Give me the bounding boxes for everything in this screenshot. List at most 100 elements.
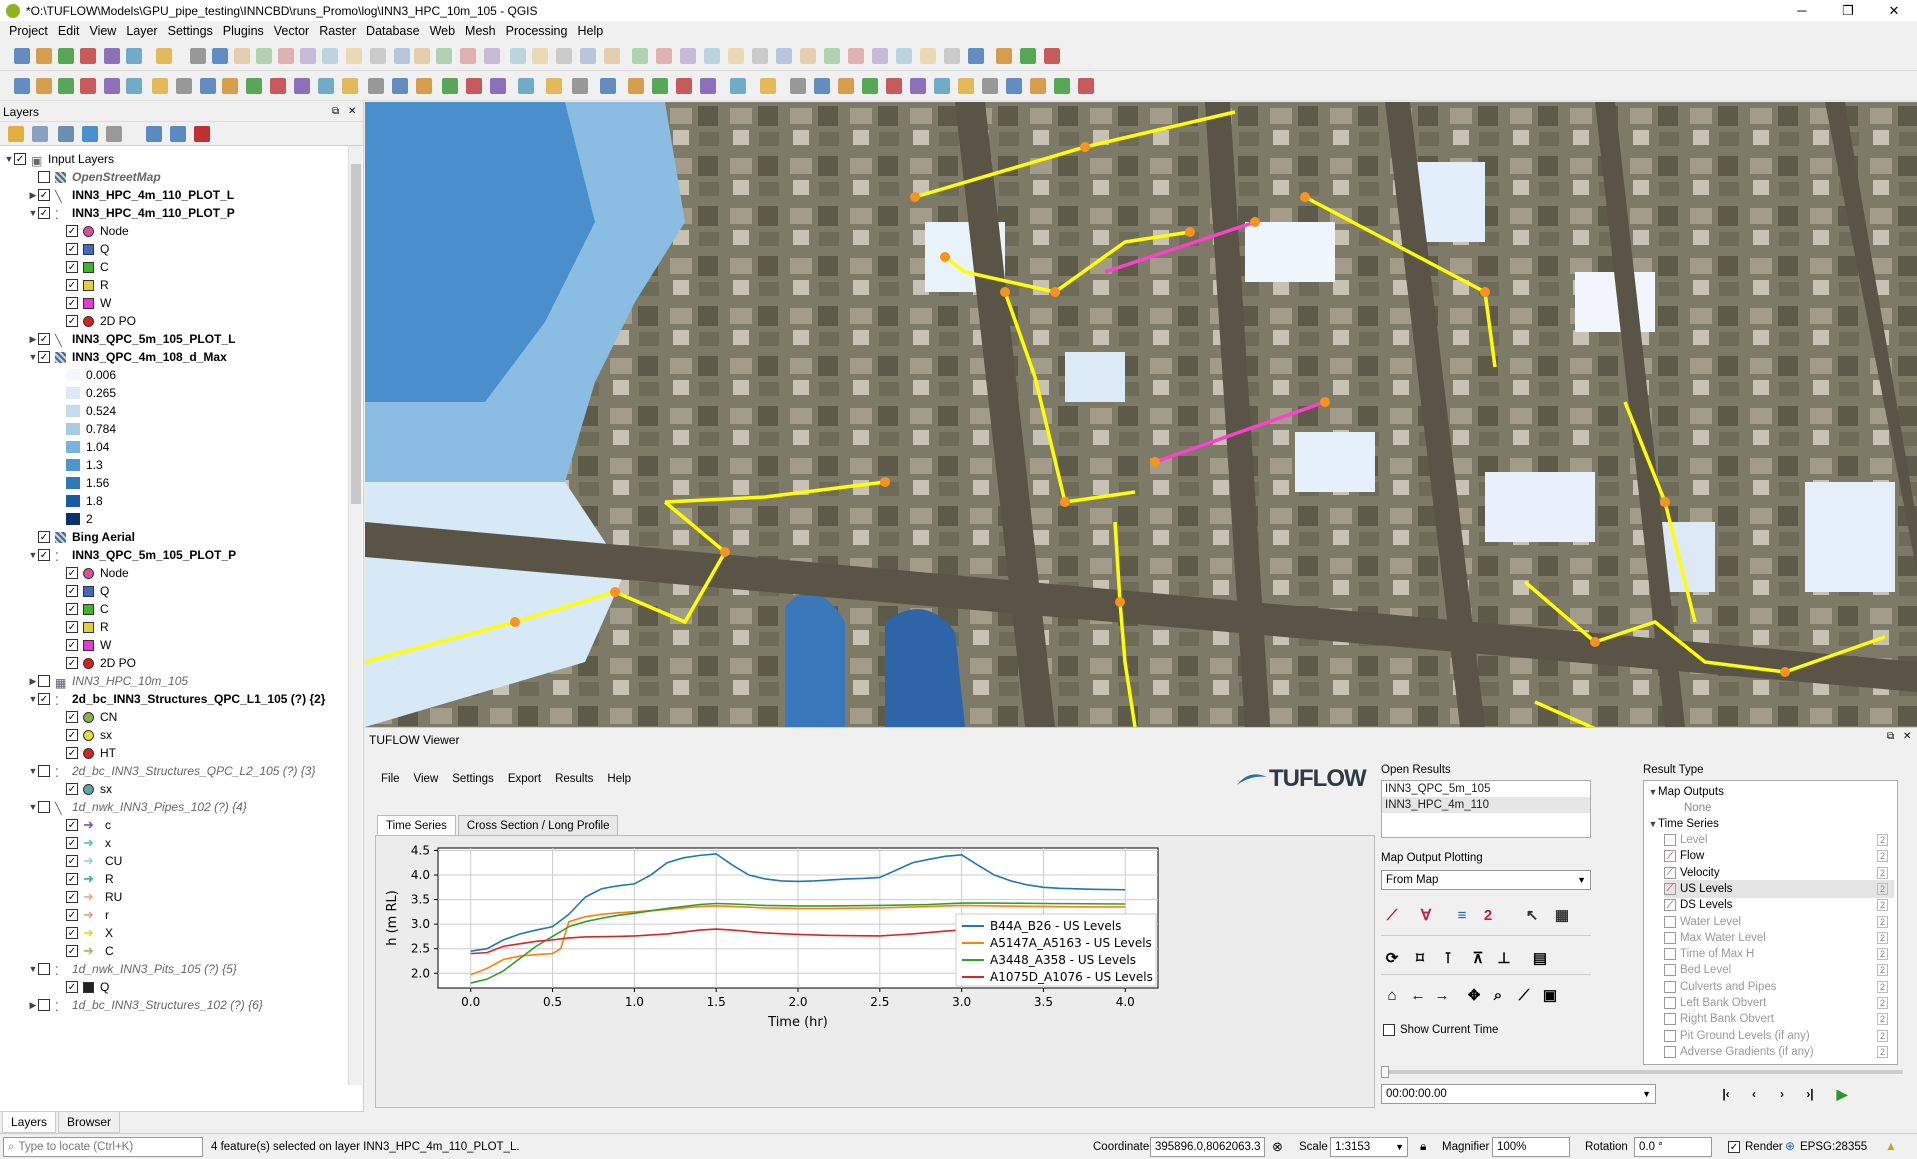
toolbar-button-icon[interactable]: [652, 78, 668, 94]
menu-mesh[interactable]: Mesh: [460, 24, 501, 38]
toolbar-button-icon[interactable]: [80, 78, 96, 94]
toolbar-button-icon[interactable]: [958, 78, 974, 94]
toolbar-button-icon[interactable]: [1054, 78, 1070, 94]
result-type-item[interactable]: Bed Level 2: [1664, 961, 1894, 979]
layer-tree-item[interactable]: 1.3: [52, 456, 103, 474]
toolbar-button-icon[interactable]: [944, 48, 960, 64]
layer-checkbox[interactable]: [38, 963, 50, 975]
secondary-axis-icon[interactable]: 2: [1876, 1029, 1888, 1042]
layer-tree-item[interactable]: ✓ Q: [52, 582, 109, 600]
toolbar-button-icon[interactable]: [368, 78, 384, 94]
result-type-item[interactable]: Adverse Gradients (if any) 2: [1664, 1043, 1894, 1061]
forward-arrow-icon[interactable]: →: [1431, 984, 1453, 1006]
tuflow-menu-settings[interactable]: Settings: [452, 773, 494, 785]
layer-tree-item[interactable]: ✓ ➜ RU: [52, 888, 122, 906]
line-plot-icon[interactable]: ⟋: [1381, 904, 1403, 926]
toolbar-button-icon[interactable]: [920, 48, 936, 64]
layer-checkbox[interactable]: ✓: [38, 351, 50, 363]
toolbar-button-icon[interactable]: [580, 48, 596, 64]
result-type-item[interactable]: ⟋ Flow 2: [1664, 847, 1894, 865]
last-frame-icon[interactable]: ›|: [1799, 1083, 1821, 1105]
collapse-all-icon[interactable]: [170, 126, 186, 142]
toolbar-button-icon[interactable]: [848, 48, 864, 64]
toolbar-button-icon[interactable]: [680, 48, 696, 64]
layer-tree-item[interactable]: 1.56: [52, 474, 109, 492]
close-panel-icon[interactable]: ✕: [1903, 731, 1911, 742]
layer-tree-item[interactable]: 0.006: [52, 366, 116, 384]
layers-scrollbar[interactable]: [348, 146, 362, 1085]
result-type-item[interactable]: Left Bank Obvert 2: [1664, 994, 1894, 1012]
layer-checkbox[interactable]: ✓: [66, 981, 78, 993]
tab-cross-section[interactable]: Cross Section / Long Profile: [457, 815, 619, 837]
toolbar-button-icon[interactable]: [256, 48, 272, 64]
toolbar-button-icon[interactable]: [790, 78, 806, 94]
time-select[interactable]: 00:00:00.00 ▼: [1381, 1084, 1656, 1104]
toolbar-button-icon[interactable]: [628, 78, 644, 94]
expand-arrow-icon[interactable]: ▼: [28, 964, 38, 974]
tab-time-series[interactable]: Time Series: [377, 815, 456, 837]
layer-tree-item[interactable]: 0.784: [52, 420, 116, 438]
sort-icon[interactable]: ⊥: [1493, 947, 1515, 969]
result-item[interactable]: INN3_HPC_4m_110: [1382, 797, 1590, 813]
layer-tree-item[interactable]: ▶ ✓ ╲ INN3_QPC_5m_105_PLOT_L: [28, 330, 236, 348]
toolbar-button-icon[interactable]: [572, 78, 588, 94]
remove-layer-icon[interactable]: [194, 126, 210, 142]
layer-checkbox[interactable]: ✓: [66, 927, 78, 939]
filter-icon[interactable]: [82, 126, 98, 142]
toolbar-button-icon[interactable]: [632, 48, 648, 64]
layer-tree-item[interactable]: ✓ sx: [52, 780, 112, 798]
toolbar-button-icon[interactable]: [392, 78, 408, 94]
toolbar-button-icon[interactable]: [394, 48, 410, 64]
layer-checkbox[interactable]: ✓: [66, 261, 78, 273]
result-type-item[interactable]: ⟋ US Levels 2: [1664, 879, 1894, 898]
visibility-icon[interactable]: [58, 126, 74, 142]
toolbar-button-icon[interactable]: [80, 48, 96, 64]
toolbar-button-icon[interactable]: [460, 48, 476, 64]
toolbar-button-icon[interactable]: [676, 78, 692, 94]
tuflow-menu-export[interactable]: Export: [508, 773, 541, 785]
layer-checkbox[interactable]: ✓: [66, 657, 78, 669]
lock-icon[interactable]: 🔒︎: [1420, 1139, 1426, 1154]
layer-tree-item[interactable]: OpenStreetMap: [28, 168, 161, 186]
collapse-arrow-icon[interactable]: ▶: [28, 1000, 38, 1011]
layer-tree-item[interactable]: ▼ ⁚ 2d_bc_INN3_Structures_QPC_L2_105 (?) {…: [28, 762, 316, 780]
scale-select[interactable]: 1:3153 ▼: [1330, 1137, 1408, 1157]
toolbar-button-icon[interactable]: [416, 78, 432, 94]
crs-label[interactable]: EPSG:28355: [1800, 1141, 1867, 1153]
close-button[interactable]: ✕: [1871, 0, 1917, 21]
layer-checkbox[interactable]: ✓: [66, 873, 78, 885]
toolbar-button-icon[interactable]: [58, 48, 74, 64]
layer-tree-item[interactable]: ✓ ➜ R: [52, 870, 114, 888]
layer-checkbox[interactable]: [38, 171, 50, 183]
filter-icon[interactable]: ⊺: [1437, 947, 1459, 969]
toolbar-button-icon[interactable]: [604, 48, 620, 64]
zoom-icon[interactable]: ⌕: [1487, 984, 1509, 1006]
toolbar-button-icon[interactable]: [704, 48, 720, 64]
maximize-button[interactable]: ❐: [1825, 0, 1871, 21]
expand-arrow-icon[interactable]: ▼: [28, 352, 38, 362]
toolbar-button-icon[interactable]: [212, 48, 228, 64]
toolbar-button-icon[interactable]: [814, 78, 830, 94]
previous-frame-icon[interactable]: ‹: [1743, 1083, 1765, 1105]
layer-tree-item[interactable]: ▼ ✓ ⁚ INN3_QPC_5m_105_PLOT_P: [28, 546, 237, 564]
secondary-axis-icon[interactable]: 2: [1876, 882, 1888, 895]
menu-edit[interactable]: Edit: [53, 24, 85, 38]
layer-checkbox[interactable]: ✓: [66, 783, 78, 795]
clear-icon[interactable]: ⊼: [1467, 947, 1489, 969]
layer-checkbox[interactable]: ✓: [66, 855, 78, 867]
toolbar-button-icon[interactable]: [728, 48, 744, 64]
secondary-axis-icon[interactable]: 2: [1876, 915, 1888, 928]
toolbar-button-icon[interactable]: [270, 78, 286, 94]
result-type-item[interactable]: Max Water Level 2: [1664, 929, 1894, 947]
float-icon[interactable]: ⧉: [332, 106, 339, 117]
toolbar-button-icon[interactable]: [126, 48, 142, 64]
layer-checkbox[interactable]: ✓: [66, 315, 78, 327]
layer-tree-item[interactable]: 2: [52, 510, 93, 528]
layer-checkbox[interactable]: ✓: [66, 297, 78, 309]
layer-checkbox[interactable]: ✓: [38, 189, 50, 201]
layer-tree-item[interactable]: ✓ R: [52, 618, 109, 636]
layer-tree-item[interactable]: ✓ CN: [52, 708, 117, 726]
tuflow-menu-view[interactable]: View: [414, 773, 439, 785]
secondary-axis-icon[interactable]: 2: [1876, 866, 1888, 879]
secondary-axis-icon[interactable]: 2: [1876, 931, 1888, 944]
